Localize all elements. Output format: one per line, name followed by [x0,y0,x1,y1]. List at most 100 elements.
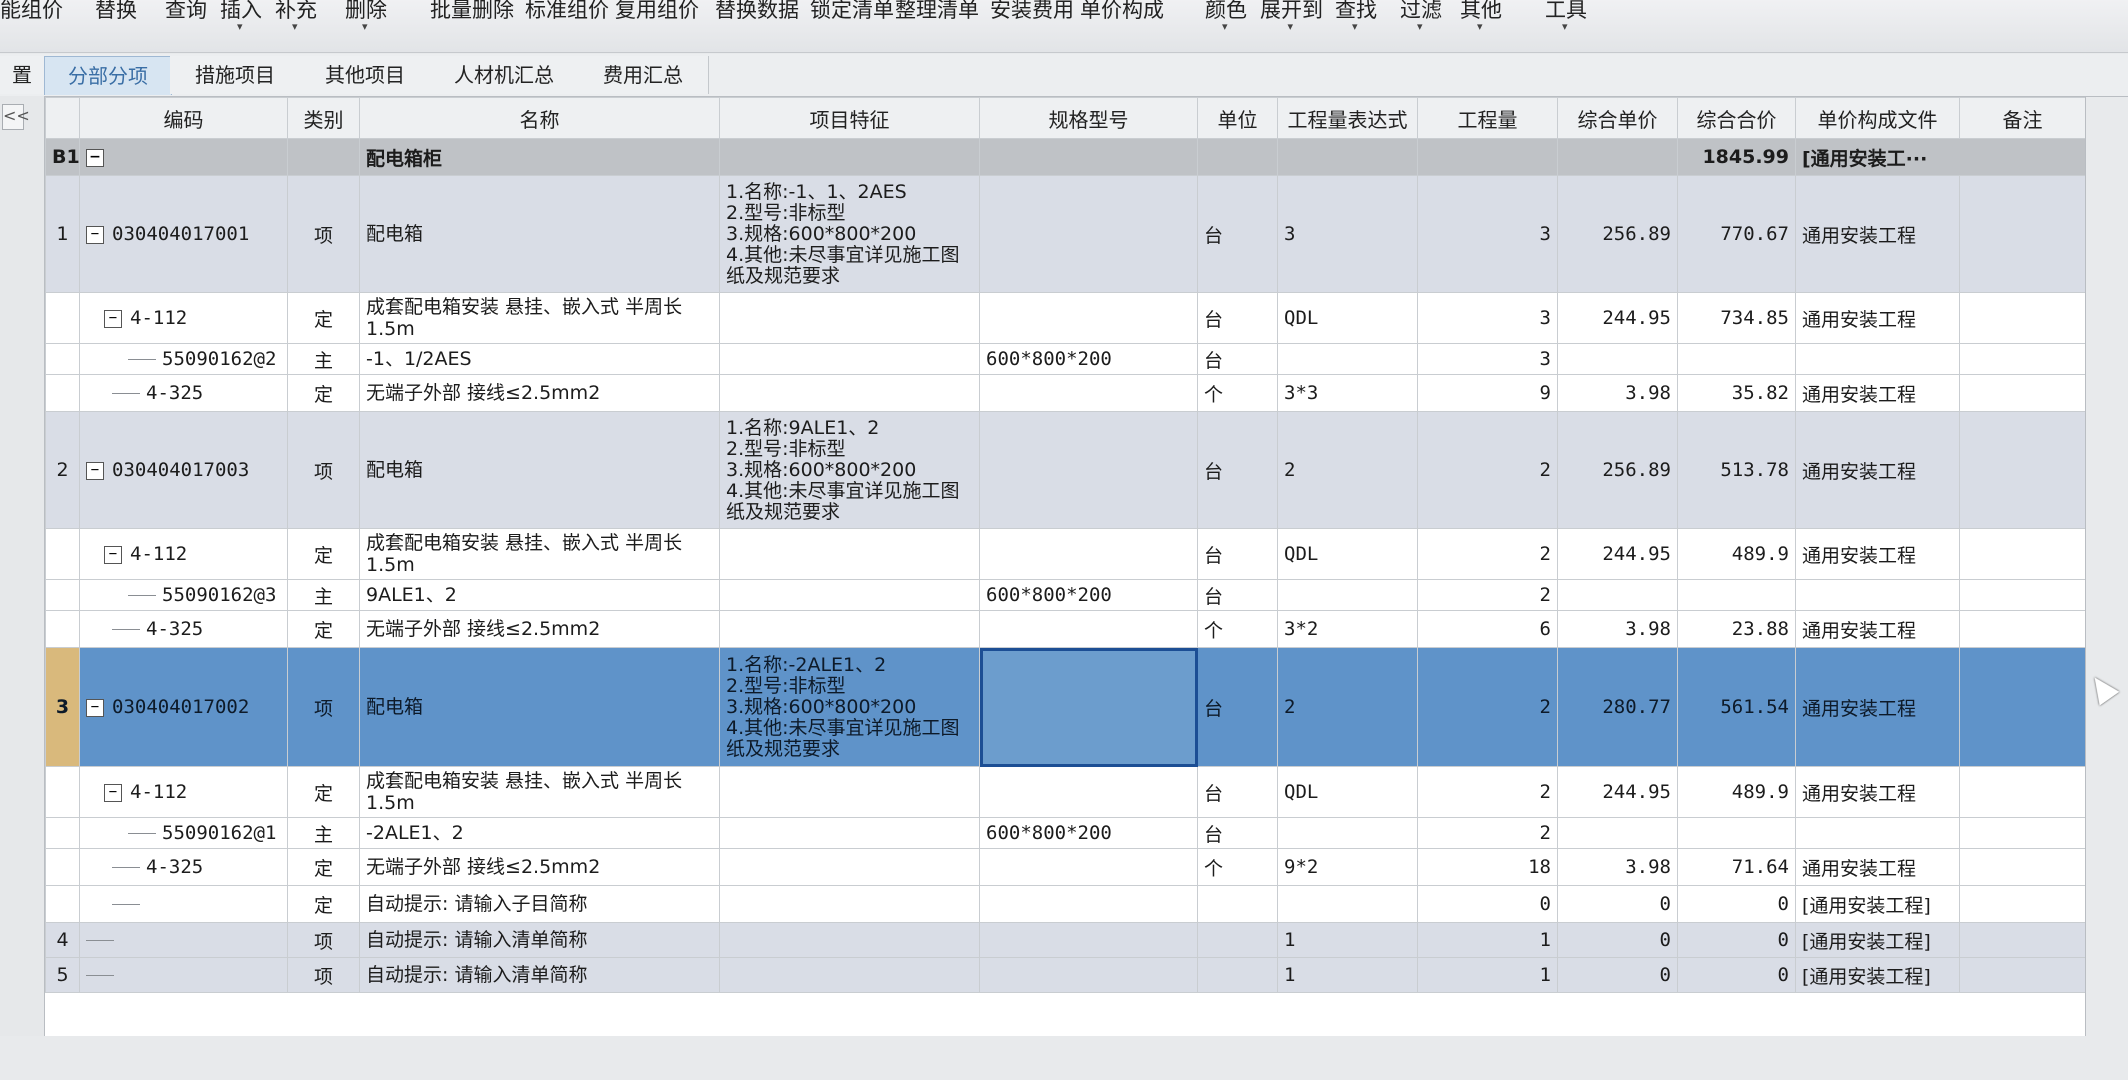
feature-cell[interactable] [719,610,980,648]
code-cell[interactable]: 4-325 [79,848,288,886]
type-cell[interactable]: 定 [287,766,360,818]
sub-item-row[interactable]: −4-112 定成套配电箱安装 悬挂、嵌入式 半周长1.5m 台 QDL 3 244.95… [45,292,2085,344]
total-cell[interactable] [1677,817,1796,849]
expr-cell[interactable] [1277,579,1418,611]
expr-cell[interactable]: QDL [1277,292,1418,344]
price-cell[interactable]: 256.89 [1557,411,1678,529]
expr-cell[interactable]: 1 [1277,957,1418,993]
expr-cell[interactable]: 3 [1277,175,1418,293]
expr-cell[interactable] [1277,817,1418,849]
total-cell[interactable]: 561.54 [1677,647,1796,767]
qty-cell[interactable]: 1 [1417,957,1558,993]
spec-cell[interactable] [979,647,1198,767]
collapse-toggle-icon[interactable]: − [86,225,104,244]
collapse-panel-button[interactable]: << [2,104,30,130]
total-cell[interactable]: 489.9 [1677,766,1796,818]
note-cell[interactable] [1959,957,2085,993]
sub-item-row[interactable]: 4-325 定无端子外部 接线≤2.5mm2 个 3*2 6 3.98 23.88 通用安装工… [45,610,2085,648]
unit-cell[interactable] [1197,957,1278,993]
group-code-cell[interactable]: − [79,138,288,176]
name-cell[interactable]: 成套配电箱安装 悬挂、嵌入式 半周长1.5m [359,292,720,344]
qty-cell[interactable]: 2 [1417,528,1558,580]
spec-cell[interactable] [979,411,1198,529]
type-cell[interactable]: 项 [287,175,360,293]
type-cell[interactable]: 项 [287,647,360,767]
feature-cell[interactable]: 1.名称:-2ALE1、2 2.型号:非标型 3.规格:600*800*200 … [719,647,980,767]
unit-cell[interactable]: 台 [1197,817,1278,849]
feature-cell[interactable] [719,374,980,412]
total-cell[interactable]: 35.82 [1677,374,1796,412]
price-cell[interactable]: 256.89 [1557,175,1678,293]
note-cell[interactable] [1959,817,2085,849]
unit-cell[interactable] [1197,885,1278,923]
header-type[interactable]: 类别 [287,97,360,139]
note-cell[interactable] [1959,175,2085,293]
ribbon-button-10[interactable]: 锁定清单 [810,0,894,24]
ribbon-button-13[interactable]: 单价构成 [1080,0,1164,24]
expr-cell[interactable] [1277,885,1418,923]
qty-cell[interactable]: 3 [1417,292,1558,344]
code-cell[interactable]: −030404017003 [79,411,288,529]
unit-cell[interactable]: 台 [1197,292,1278,344]
unit-cell[interactable]: 台 [1197,411,1278,529]
unit-cell[interactable]: 台 [1197,647,1278,767]
ribbon-button-1[interactable]: 替换 [95,0,137,24]
spec-cell[interactable] [979,374,1198,412]
spec-cell[interactable]: 600*800*200 [979,579,1198,611]
spec-cell[interactable] [979,848,1198,886]
total-cell[interactable]: 23.88 [1677,610,1796,648]
expr-cell[interactable]: 9*2 [1277,848,1418,886]
tab-5[interactable]: 费用汇总 [578,56,709,94]
spec-cell[interactable] [979,885,1198,923]
code-cell[interactable]: 55090162@3 [79,579,288,611]
ribbon-button-18[interactable]: 其他 ▾ [1460,0,1502,33]
feature-cell[interactable] [719,885,980,923]
note-cell[interactable] [1959,922,2085,958]
unit-cell[interactable]: 台 [1197,175,1278,293]
ribbon-button-0[interactable]: 能组价 [0,0,63,24]
type-cell[interactable]: 主 [287,817,360,849]
name-cell[interactable]: 自动提示: 请输入清单简称 [359,922,720,958]
feature-cell[interactable]: 1.名称:-1、1、2AES 2.型号:非标型 3.规格:600*800*200… [719,175,980,293]
feature-cell[interactable] [719,957,980,993]
collapse-toggle-icon[interactable]: − [104,783,122,802]
unit-cell[interactable]: 台 [1197,766,1278,818]
spec-cell[interactable]: 600*800*200 [979,817,1198,849]
unit-cell[interactable]: 台 [1197,579,1278,611]
header-spec[interactable]: 规格型号 [979,97,1198,139]
spec-cell[interactable] [979,922,1198,958]
qty-cell[interactable]: 2 [1417,766,1558,818]
sub-item-row[interactable]: 55090162@3 主 9ALE1、2 600*800*200 台 2 [45,579,2085,611]
expr-cell[interactable]: 2 [1277,647,1418,767]
file-cell[interactable]: 通用安装工程 [1795,292,1960,344]
total-cell[interactable]: 71.64 [1677,848,1796,886]
qty-cell[interactable]: 18 [1417,848,1558,886]
header-price[interactable]: 综合单价 [1557,97,1678,139]
type-cell[interactable]: 定 [287,528,360,580]
sub-item-row[interactable]: −4-112 定成套配电箱安装 悬挂、嵌入式 半周长1.5m 台 QDL 2 244.95… [45,766,2085,818]
name-cell[interactable]: 成套配电箱安装 悬挂、嵌入式 半周长1.5m [359,766,720,818]
price-cell[interactable] [1557,579,1678,611]
price-cell[interactable]: 244.95 [1557,292,1678,344]
list-item-row[interactable]: 2−030404017003 项配电箱 1.名称:9ALE1、2 2.型号:非标型 … [45,411,2085,529]
name-cell[interactable]: -1、1/2AES [359,343,720,375]
unit-cell[interactable]: 台 [1197,528,1278,580]
note-cell[interactable] [1959,374,2085,412]
expr-cell[interactable]: 1 [1277,922,1418,958]
type-cell[interactable]: 主 [287,343,360,375]
expr-cell[interactable]: QDL [1277,766,1418,818]
sub-item-row[interactable]: −4-112 定成套配电箱安装 悬挂、嵌入式 半周长1.5m 台 QDL 2 244.95… [45,528,2085,580]
file-cell[interactable]: [通用安装工程] [1795,957,1960,993]
feature-cell[interactable] [719,922,980,958]
total-cell[interactable]: 770.67 [1677,175,1796,293]
price-cell[interactable]: 244.95 [1557,766,1678,818]
qty-cell[interactable]: 9 [1417,374,1558,412]
expr-cell[interactable]: QDL [1277,528,1418,580]
ribbon-button-14[interactable]: 颜色 ▾ [1205,0,1247,33]
code-cell[interactable]: 4-325 [79,374,288,412]
code-cell[interactable]: −030404017001 [79,175,288,293]
spec-cell[interactable] [979,610,1198,648]
expr-cell[interactable]: 2 [1277,411,1418,529]
code-cell[interactable]: 55090162@2 [79,343,288,375]
name-cell[interactable]: 配电箱 [359,647,720,767]
